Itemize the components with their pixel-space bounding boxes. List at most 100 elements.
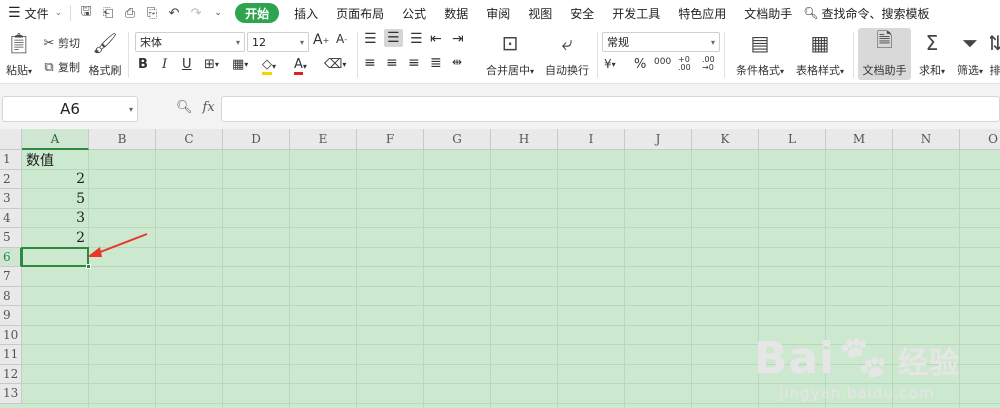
save-icon[interactable]: 🖫: [75, 0, 97, 26]
tab-data[interactable]: 数据: [435, 0, 477, 26]
column-header[interactable]: C: [156, 129, 223, 150]
borders-button[interactable]: ⊞ ▾: [204, 57, 219, 72]
percent-button[interactable]: %: [634, 57, 646, 72]
tab-developer[interactable]: 开发工具: [603, 0, 669, 26]
cut-button[interactable]: ✂ 剪切: [40, 34, 80, 52]
column-header[interactable]: L: [759, 129, 826, 150]
column-header[interactable]: D: [223, 129, 290, 150]
align-right-button[interactable]: ≡: [408, 55, 420, 71]
currency-button[interactable]: ¥ ▾: [604, 57, 616, 71]
column-header[interactable]: O: [960, 129, 1000, 150]
cell-style-button[interactable]: ▦ ▾: [232, 57, 248, 72]
row-header[interactable]: 4: [0, 208, 22, 228]
sort-button[interactable]: ⇅ 排: [990, 28, 1000, 80]
underline-button[interactable]: U: [182, 57, 192, 72]
row-header[interactable]: 9: [0, 306, 22, 326]
column-header[interactable]: B: [89, 129, 156, 150]
format-painter-button[interactable]: 🖌︎ 格式刷: [86, 28, 124, 80]
tab-review[interactable]: 审阅: [477, 0, 519, 26]
undo-icon[interactable]: ↶: [163, 0, 185, 26]
number-format-select[interactable]: 常规 ▾: [602, 32, 720, 52]
bold-button[interactable]: B: [138, 57, 148, 72]
active-cell-selection[interactable]: [21, 246, 89, 267]
column-header[interactable]: H: [491, 129, 558, 150]
font-size-select[interactable]: 12 ▾: [247, 32, 309, 52]
align-middle-button[interactable]: ☰: [384, 29, 403, 47]
export-pdf-icon[interactable]: ⎗: [97, 0, 119, 26]
filter-button[interactable]: ⏷ 筛选▾: [953, 28, 987, 80]
column-header[interactable]: G: [424, 129, 491, 150]
align-top-button[interactable]: ☰: [364, 31, 377, 47]
row-header[interactable]: 3: [0, 189, 22, 209]
cell-a3[interactable]: 5: [22, 189, 89, 209]
decrease-decimal-button[interactable]: .00 →0: [702, 56, 715, 72]
row-header[interactable]: 2: [0, 169, 22, 189]
quick-access-dropdown-icon[interactable]: ⌄: [207, 0, 229, 26]
column-header[interactable]: M: [826, 129, 893, 150]
row-header[interactable]: 11: [0, 345, 22, 365]
tab-home[interactable]: 开始: [235, 3, 280, 23]
row-header[interactable]: 6: [0, 247, 22, 267]
justify-button[interactable]: ≣: [430, 55, 442, 71]
cell-a1[interactable]: 数值: [22, 150, 89, 170]
distributed-button[interactable]: ⇹: [452, 55, 462, 69]
row-header[interactable]: 13: [0, 384, 22, 404]
tab-special-apps[interactable]: 特色应用: [669, 0, 735, 26]
row-header[interactable]: 5: [0, 228, 22, 248]
formula-input[interactable]: [221, 96, 1000, 122]
tab-page-layout[interactable]: 页面布局: [327, 0, 393, 26]
conditional-format-button[interactable]: ▤ 条件格式▾: [731, 28, 789, 80]
thousands-button[interactable]: 000: [654, 57, 671, 67]
select-all-corner[interactable]: [0, 129, 22, 150]
merge-center-button[interactable]: ⊡ 合并居中▾: [482, 28, 538, 80]
copy-button[interactable]: ⧉ 复制: [40, 58, 80, 76]
font-color-button[interactable]: A ▾: [294, 57, 307, 75]
wrap-text-button[interactable]: ⤶ 自动换行: [542, 28, 592, 80]
tab-insert[interactable]: 插入: [285, 0, 327, 26]
redo-icon[interactable]: ↷: [185, 0, 207, 26]
indent-increase-button[interactable]: ⇥: [452, 31, 464, 47]
row-header[interactable]: 8: [0, 286, 22, 306]
column-header[interactable]: F: [357, 129, 424, 150]
print-icon[interactable]: ⎙: [119, 0, 141, 26]
tab-doc-assistant[interactable]: 文档助手: [735, 0, 801, 26]
cell-a2[interactable]: 2: [22, 170, 89, 190]
grow-font-button[interactable]: A +: [313, 32, 329, 48]
column-header[interactable]: E: [290, 129, 357, 150]
align-center-button[interactable]: ≡: [386, 55, 398, 71]
shrink-font-button[interactable]: A-: [336, 32, 347, 46]
column-header[interactable]: N: [893, 129, 960, 150]
cell-a4[interactable]: 3: [22, 209, 89, 229]
paste-button[interactable]: 📋︎ 粘贴▾: [2, 28, 36, 80]
name-box[interactable]: A6 ▾: [2, 96, 138, 122]
clear-button[interactable]: ⌫ ▾: [324, 57, 346, 72]
tab-view[interactable]: 视图: [519, 0, 561, 26]
print-preview-icon[interactable]: ⎘: [141, 0, 163, 26]
command-search[interactable]: 🔍︎ 查找命令、搜索模板: [801, 0, 938, 26]
row-header[interactable]: 7: [0, 267, 22, 287]
table-style-button[interactable]: ▦ 表格样式▾: [792, 28, 848, 80]
spreadsheet-grid[interactable]: A B C D E F G H I J K L M N O 1 2 3 4 5 6 7 8 9 10 11 12 13 数值 2 5 3 2 Ba…: [0, 129, 1000, 408]
font-name-select[interactable]: 宋体 ▾: [135, 32, 245, 52]
row-header[interactable]: 1: [0, 150, 22, 170]
sum-button[interactable]: Σ 求和▾: [915, 28, 949, 80]
row-header[interactable]: 10: [0, 325, 22, 345]
fill-color-button[interactable]: ◇ ▾: [262, 57, 276, 75]
column-header[interactable]: I: [558, 129, 625, 150]
function-icon[interactable]: fx: [203, 100, 215, 115]
file-menu[interactable]: ☰ 文件 ⌄: [0, 0, 66, 26]
align-bottom-button[interactable]: ☰: [410, 31, 423, 47]
row-header[interactable]: 12: [0, 364, 22, 384]
tab-formulas[interactable]: 公式: [393, 0, 435, 26]
zoom-icon[interactable]: 🔍︎: [176, 100, 193, 115]
tab-security[interactable]: 安全: [561, 0, 603, 26]
increase-decimal-button[interactable]: +0.00: [678, 56, 691, 72]
cell-a5[interactable]: 2: [22, 228, 89, 248]
align-left-button[interactable]: ≡: [364, 55, 376, 71]
italic-button[interactable]: I: [162, 57, 167, 72]
column-header[interactable]: J: [625, 129, 692, 150]
column-header[interactable]: A: [22, 129, 89, 150]
column-header[interactable]: K: [692, 129, 759, 150]
indent-decrease-button[interactable]: ⇤: [430, 31, 442, 47]
doc-assistant-button[interactable]: 🗎︎ 文档助手: [858, 28, 911, 80]
